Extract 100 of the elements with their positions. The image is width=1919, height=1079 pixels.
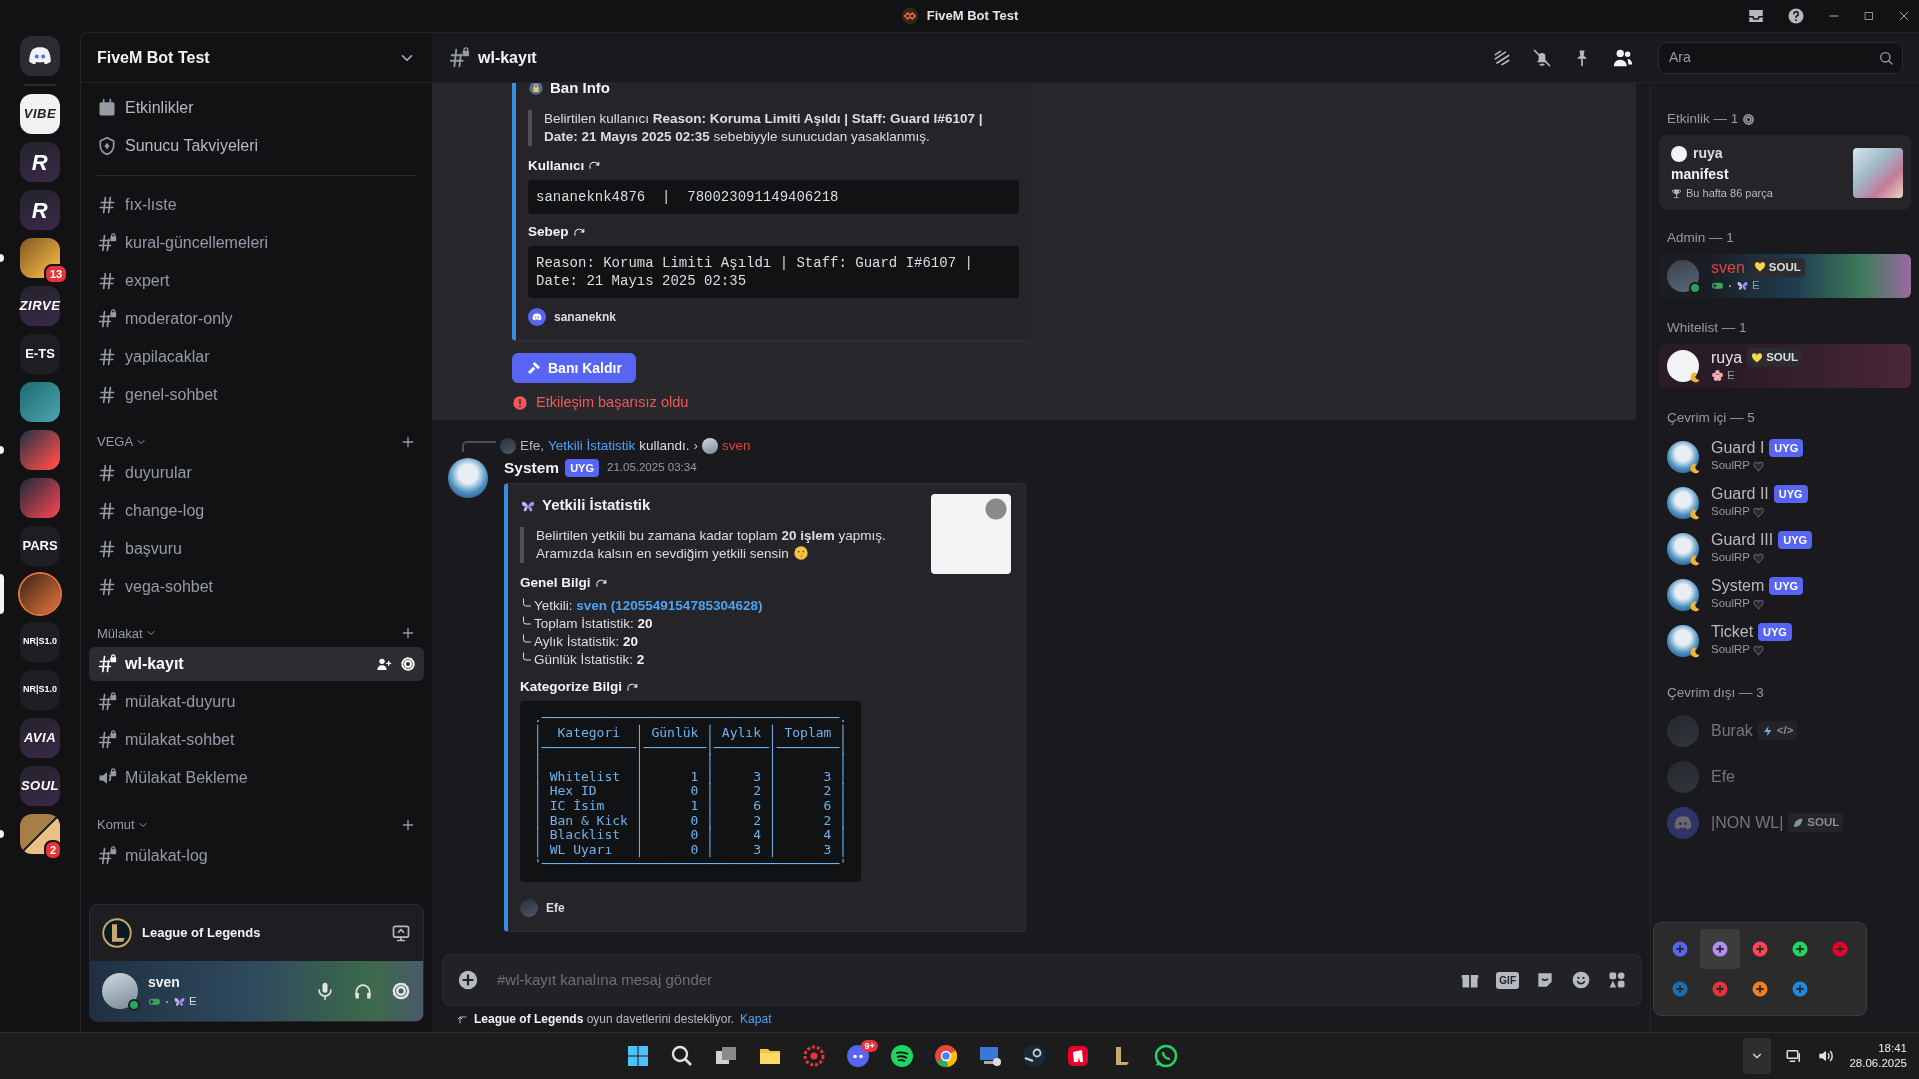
clock-time[interactable]: 18:41 [1849,1041,1907,1056]
sticker-icon[interactable] [1535,970,1555,990]
member-item[interactable]: Burak </> [1659,708,1911,753]
author-name[interactable]: System [504,456,560,480]
search-input[interactable]: Ara [1667,46,1878,69]
server-button[interactable]: E-TS [20,334,60,374]
member-item[interactable]: Ticket UYG SoulRP [1659,618,1911,663]
person-add-icon[interactable] [376,656,392,672]
channel-item[interactable]: expert [89,264,424,298]
message-field[interactable]: #wl-kayıt kanalına mesaj gönder [495,967,1445,993]
channel-item[interactable]: vega-sohbet [89,569,424,604]
activity-user: ruya [1693,144,1723,164]
music-app-icon[interactable] [889,1044,914,1068]
server-button[interactable]: SOUL [20,766,60,806]
search-icon[interactable] [669,1044,694,1068]
maximize-icon[interactable] [1863,10,1875,22]
field-name: Kullanıcı [528,156,585,175]
channel-item[interactable]: mülakat-sohbet [89,723,424,757]
member-name: System [1711,576,1765,596]
mention-badge: 2 [44,840,63,860]
member-item[interactable]: ruya SOUL E [1659,344,1911,389]
channel-item[interactable]: fıx-lıste [89,188,424,222]
server-button[interactable]: VIBE [20,94,60,134]
screen-share-icon[interactable] [391,923,411,943]
channel-item[interactable]: başvuru [89,531,424,566]
headphones-icon[interactable] [353,981,373,1001]
error-icon [512,395,528,412]
server-icon[interactable] [20,574,60,614]
avatar [1667,714,1699,747]
server-button[interactable]: ZIRVE [20,286,60,326]
bolt-icon [1761,724,1774,737]
member-item[interactable]: Efe [1659,754,1911,799]
server-button[interactable]: NR|S1.0 [20,622,60,662]
member-item[interactable]: Guard III UYG SoulRP [1659,526,1911,571]
member-item[interactable]: System UYG SoulRP [1659,572,1911,617]
sidebar-item[interactable]: Sunucu Takviyeleri [89,129,424,163]
interaction-target[interactable]: sven [722,435,751,457]
command-link[interactable]: Yetkili İstatistik [548,435,636,457]
member-item[interactable]: |NON WL| SOUL [1659,800,1911,845]
search-field[interactable]: Ara [1658,41,1903,74]
member-name: |NON WL| [1711,813,1784,833]
avatar[interactable] [448,458,488,499]
channel-item[interactable]: yapilacaklar [89,340,424,374]
notification-muted-icon[interactable] [1532,47,1552,68]
server-button[interactable]: AVIA [20,718,60,758]
message-composer[interactable]: #wl-kayıt kanalına mesaj gönder GIF [442,954,1642,1006]
interaction-user[interactable]: Efe, [520,435,544,457]
close-link[interactable]: Kapat [740,1010,772,1028]
sidebar-item[interactable]: Etkinlikler [89,91,424,125]
monitor-icon[interactable] [977,1044,1002,1068]
footer-text: Efe [546,900,565,917]
server-icon[interactable] [20,478,60,518]
settings-icon[interactable] [1742,112,1756,126]
add-icon[interactable] [457,969,479,991]
channel-item[interactable]: Mülakat Bekleme [89,761,424,795]
member-item[interactable]: sven SOUL E [1659,254,1911,298]
emoji-icon[interactable] [1571,970,1591,990]
threads-icon[interactable] [1492,47,1512,68]
category-title[interactable]: Mülakat [97,623,143,643]
unban-button[interactable]: Banı Kaldır [512,353,636,384]
member-name: Efe [1711,767,1735,787]
apps-icon[interactable] [1607,970,1627,990]
server-button[interactable]: PARS [20,526,60,566]
server-button[interactable]: R [20,142,60,182]
close-icon[interactable] [1897,9,1911,23]
channel-item[interactable]: moderator-only [89,302,424,336]
server-folder[interactable] [20,814,60,854]
locked-hash-icon [97,309,117,329]
server-button[interactable]: R [20,190,60,230]
browser-icon[interactable] [933,1044,958,1068]
channel-item[interactable]: mülakat-log [89,838,424,873]
member-item[interactable]: Guard II UYG SoulRP [1659,480,1911,525]
channel-item[interactable]: genel-sohbet [89,378,424,412]
category-title[interactable]: VEGA [97,432,134,452]
server-name[interactable]: FiveM Bot Test [97,45,210,70]
server-icon[interactable] [20,382,60,422]
clock-date[interactable]: 28.06.2025 [1849,1056,1907,1071]
category-title[interactable]: Komut [97,815,135,835]
activity-card[interactable]: ruya manifest Bu hafta 86 parça [1659,135,1911,210]
help-icon[interactable] [1787,7,1805,25]
lock-icon [528,83,544,97]
channel-item[interactable]: mülakat-duyuru [89,685,424,719]
server-button[interactable]: NR|S1.0 [20,670,60,710]
channel-item[interactable]: wl-kayıt [89,647,424,681]
channel-item[interactable]: kural-güncellemeleri [89,226,424,260]
gif-button[interactable]: GIF [1496,971,1519,989]
field-name: Genel Bilgi [520,573,591,592]
server-icon[interactable] [20,430,60,470]
avatar[interactable] [102,973,138,1009]
start-icon[interactable] [625,1044,650,1068]
channel-item[interactable]: change-log [89,493,424,528]
home-button[interactable] [20,36,60,76]
chat-app-icon[interactable] [1153,1044,1178,1068]
server-icon[interactable] [20,238,60,278]
inbox-icon[interactable] [1747,7,1765,25]
member-item[interactable]: Guard I UYG SoulRP [1659,434,1911,479]
channel-item[interactable]: duyurular [89,455,424,490]
tray-app-button[interactable] [1700,929,1740,969]
description-line: Belirtilen yetkili bu zamana kadar toplam 20 işlem yapmış. [536,527,886,543]
microphone-icon[interactable] [315,981,335,1001]
